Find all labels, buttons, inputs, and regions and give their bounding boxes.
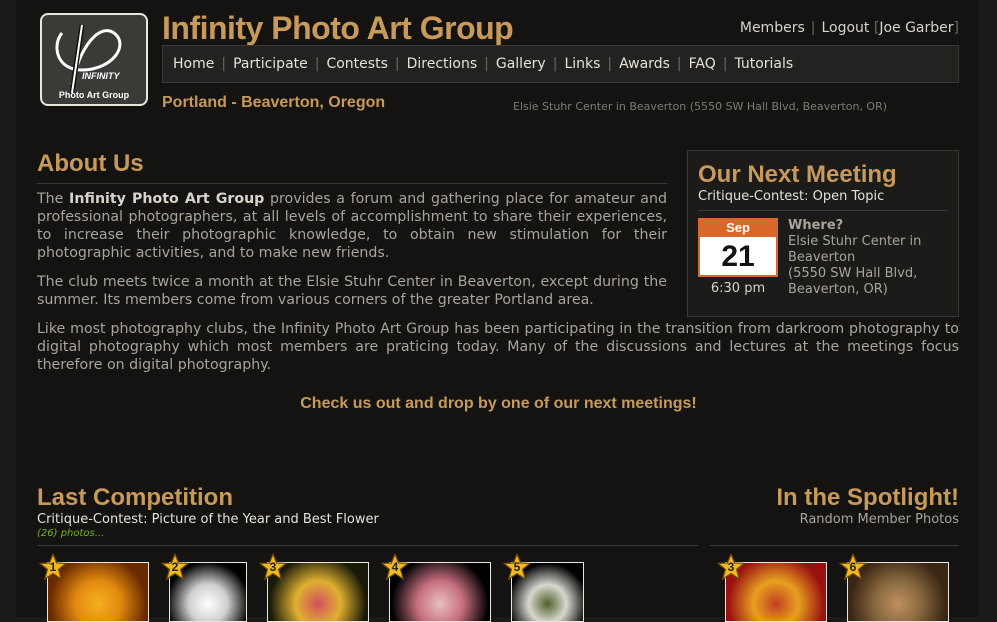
nav-gallery[interactable]: Gallery [496,56,546,72]
rank-number: 4 [391,560,399,574]
meeting-location: Where? Elsie Stuhr Center in Beaverton (… [788,218,948,298]
nav-tutorials[interactable]: Tutorials [734,56,793,72]
rank-number: 3 [269,560,277,574]
spotlight-subtitle: Random Member Photos [799,512,959,527]
nav-separator: | [722,56,728,72]
location-text: Elsie Stuhr Center in Beaverton (5550 SW… [513,100,888,113]
user-name: Joe Garber [879,20,954,36]
main-nav: Home | Participate | Contests | Directions |… [162,45,959,83]
rank-star-icon: 4 [380,552,410,581]
rank-number: 1 [49,560,57,574]
site-title[interactable]: Infinity Photo Art Group [162,10,514,47]
next-meeting-box: Our Next Meeting Critique-Contest: Open … [687,150,959,317]
calendar-day: 21 [698,237,778,277]
members-link[interactable]: Members [740,20,805,36]
where-line: Elsie Stuhr Center in Beaverton [788,234,922,265]
rank-star-icon: 6 [838,552,868,581]
divider [710,545,959,546]
about-paragraph-3: Like most photography clubs, the Infinit… [37,321,959,373]
nav-participate[interactable]: Participate [233,56,308,72]
nav-separator: | [607,56,613,72]
rank-star-icon: 3 [258,552,288,581]
nav-separator: | [552,56,558,72]
call-to-action: Check us out and drop by one of our next… [300,395,697,412]
nav-directions[interactable]: Directions [407,56,478,72]
divider [698,210,948,211]
rank-star-icon: 2 [160,552,190,581]
about-paragraph-1: The Infinity Photo Art Group provides a … [37,190,667,262]
spotlight-heading: In the Spotlight! [776,484,959,511]
divider [37,545,698,546]
user-links: Members | Logout [Joe Garber] [740,20,959,36]
nav-faq[interactable]: FAQ [689,56,716,72]
rank-number: 5 [513,560,521,574]
rank-star-icon: 3 [716,552,746,581]
competition-subtitle: Critique-Contest: Picture of the Year an… [37,512,379,527]
nav-separator: | [484,56,489,72]
about-heading: About Us [37,150,144,177]
text-span: The [37,191,70,207]
photo-count-link[interactable]: (26) photos... [37,528,104,539]
where-line: (5550 SW Hall Blvd, [788,266,918,281]
nav-separator: | [314,56,320,72]
nav-separator: | [221,56,227,72]
rank-number: 2 [171,560,179,574]
meeting-topic: Critique-Contest: Open Topic [698,189,885,204]
nav-separator: | [676,56,682,72]
nav-contests[interactable]: Contests [326,56,387,72]
rank-star-icon: 5 [502,552,532,581]
nav-links[interactable]: Links [564,56,600,72]
meeting-heading: Our Next Meeting [698,161,897,188]
where-label: Where? [788,218,844,233]
logout-link[interactable]: Logout [821,20,869,36]
nav-separator: | [394,56,400,72]
calendar-month: Sep [698,218,778,237]
meeting-time: 6:30 pm [710,281,766,296]
rank-number: 3 [727,560,735,574]
user-bracket: ] [953,20,959,36]
about-paragraph-2: The club meets twice a month at the Elsi… [37,274,667,308]
last-competition-heading: Last Competition [37,484,233,511]
logo-wordmark: INFINITY [82,71,120,81]
rank-number: 6 [849,560,857,574]
tagline: Portland - Beaverton, Oregon [162,94,386,111]
nav-home[interactable]: Home [173,56,214,72]
site-logo[interactable]: INFINITY Photo Art Group [40,13,148,106]
club-name: Infinity Photo Art Group [69,191,265,207]
calendar-date: Sep 21 6:30 pm [698,218,778,296]
nav-awards[interactable]: Awards [619,56,670,72]
logo-subtext: Photo Art Group [58,90,130,100]
rank-star-icon: 1 [38,552,68,581]
where-line: Beaverton, OR) [788,282,888,297]
separator: | [810,20,816,36]
divider [37,183,667,184]
